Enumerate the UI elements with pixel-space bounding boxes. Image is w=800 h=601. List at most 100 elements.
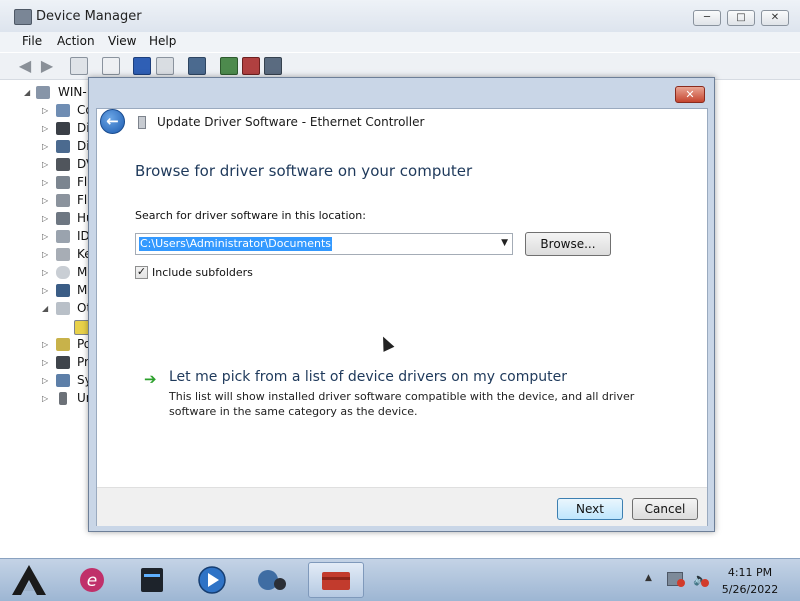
tree-item[interactable]: ▷DV	[0, 157, 92, 173]
menu-file[interactable]: File	[22, 34, 42, 48]
start-button-logo-icon[interactable]	[10, 563, 48, 597]
tree-item[interactable]: ▷ Pr	[0, 355, 92, 371]
pick-from-list-description: This list will show installed driver sof…	[169, 390, 635, 418]
collapse-icon[interactable]: ◢	[24, 88, 30, 97]
checkmark-icon: ✓	[136, 265, 147, 278]
title-bar: Device Manager ─ □ ✕	[0, 0, 800, 33]
menu-bar: File Action View Help	[0, 32, 800, 52]
cancel-button[interactable]: Cancel	[632, 498, 698, 520]
tree-root[interactable]: ◢ WIN-	[0, 85, 92, 101]
dialog-header: ← Update Driver Software - Ethernet Cont…	[97, 109, 707, 135]
help-icon[interactable]	[133, 57, 151, 75]
dialog-footer: Next Cancel	[97, 487, 707, 526]
keyboard-icon	[56, 248, 70, 261]
expand-icon[interactable]: ▷	[42, 196, 48, 205]
properties-icon[interactable]	[102, 57, 120, 75]
hid-icon	[56, 212, 70, 225]
green-arrow-icon[interactable]: ➔	[144, 370, 157, 388]
minimize-button[interactable]: ─	[693, 10, 721, 26]
uninstall-icon[interactable]	[242, 57, 260, 75]
menu-action[interactable]: Action	[57, 34, 95, 48]
media-player-icon	[198, 566, 226, 594]
tree-item[interactable]: ▷ Di	[0, 121, 92, 137]
dropdown-arrow-icon[interactable]: ▼	[501, 238, 508, 248]
expand-icon[interactable]: ▷	[42, 214, 48, 223]
dialog-body: ← Update Driver Software - Ethernet Cont…	[96, 108, 708, 526]
scan-hardware-icon[interactable]	[188, 57, 206, 75]
expand-icon[interactable]: ▷	[42, 340, 48, 349]
expand-icon[interactable]: ▷	[42, 268, 48, 277]
show-hide-console-tree-icon[interactable]	[70, 57, 88, 75]
tree-item[interactable]: ▷ Fl	[0, 175, 92, 191]
tree-item[interactable]: ▷ Mi	[0, 265, 92, 281]
maximize-button[interactable]: □	[727, 10, 755, 26]
taskbar-media-player[interactable]	[184, 562, 240, 598]
action-pane-icon[interactable]	[156, 57, 174, 75]
menu-help[interactable]: Help	[149, 34, 176, 48]
close-window-button[interactable]: ✕	[761, 10, 789, 26]
next-button[interactable]: Next	[557, 498, 623, 520]
floppy-controller-icon	[56, 176, 70, 189]
clock-date[interactable]: 5/26/2022	[720, 583, 780, 596]
tree-item[interactable]: ▷ Ur	[0, 391, 92, 407]
tree-item-ethernet-controller[interactable]	[0, 319, 92, 335]
expand-icon[interactable]: ▷	[42, 286, 48, 295]
tree-item[interactable]: ▷Co	[0, 103, 92, 119]
computer-icon	[56, 104, 70, 117]
floppy-drive-icon	[56, 194, 70, 207]
device-tree: ◢ WIN- ▷Co ▷Di ▷Di ▷DV ▷Fl ▷Fl ▷Hu ▷ID ▷…	[0, 80, 90, 550]
toolbox-icon	[322, 572, 350, 590]
expand-icon[interactable]: ▷	[42, 376, 48, 385]
toolbar: ◀ ▶	[0, 53, 800, 80]
disable-device-icon[interactable]	[264, 57, 282, 75]
device-manager-icon	[14, 9, 32, 25]
svg-text:e: e	[87, 571, 97, 591]
expand-icon[interactable]: ▷	[42, 250, 48, 259]
back-button[interactable]: ←	[100, 109, 125, 134]
tree-item[interactable]: ▷Mo	[0, 283, 92, 299]
system-devices-icon	[56, 374, 70, 387]
clock-time[interactable]: 4:11 PM	[725, 566, 775, 579]
include-subfolders-label[interactable]: Include subfolders	[152, 266, 253, 279]
taskbar-internet-explorer[interactable]: e	[64, 562, 120, 598]
forward-arrow-icon[interactable]: ▶	[38, 57, 56, 75]
expand-icon[interactable]: ▷	[42, 142, 48, 151]
other-devices-icon	[56, 302, 70, 315]
tree-item[interactable]: ▷Ke	[0, 247, 92, 263]
tree-item[interactable]: ▷Sy	[0, 373, 92, 389]
tree-item[interactable]: ◢ Ot	[0, 301, 92, 317]
tree-item[interactable]: ▷ Di	[0, 139, 92, 155]
tree-item[interactable]: ▷Hu	[0, 211, 92, 227]
taskbar-drive[interactable]	[124, 562, 180, 598]
expand-icon[interactable]: ▷	[42, 394, 48, 403]
collapse-icon[interactable]: ◢	[42, 304, 48, 313]
include-subfolders-checkbox[interactable]: ✓	[135, 265, 148, 279]
search-location-label: Search for driver software in this locat…	[135, 209, 366, 222]
back-arrow-icon[interactable]: ◀	[16, 57, 34, 75]
tree-item[interactable]: ▷ Fl	[0, 193, 92, 209]
tree-item[interactable]: ▷ ID	[0, 229, 92, 245]
dvd-drive-icon	[56, 158, 70, 171]
expand-icon[interactable]: ▷	[42, 358, 48, 367]
pick-from-list-link[interactable]: Let me pick from a list of device driver…	[169, 369, 567, 385]
update-driver-icon[interactable]	[220, 57, 238, 75]
update-driver-dialog: ✕ ← Update Driver Software - Ethernet Co…	[88, 77, 715, 532]
browse-button[interactable]: Browse...	[525, 232, 611, 256]
taskbar-device-manager[interactable]	[244, 562, 300, 598]
dialog-close-button[interactable]: ✕	[675, 86, 705, 103]
driver-path-combobox[interactable]: C:\Users\Administrator\Documents ▼	[135, 233, 513, 255]
driver-path-value[interactable]: C:\Users\Administrator\Documents	[139, 237, 333, 251]
menu-view[interactable]: View	[108, 34, 136, 48]
network-error-icon	[677, 579, 685, 587]
mouse-icon	[56, 266, 70, 279]
drive-icon	[141, 568, 163, 592]
expand-icon[interactable]: ▷	[42, 232, 48, 241]
tree-item[interactable]: ▷ Po	[0, 337, 92, 353]
expand-icon[interactable]: ▷	[42, 106, 48, 115]
expand-icon[interactable]: ▷	[42, 160, 48, 169]
processor-icon	[56, 356, 70, 369]
expand-icon[interactable]: ▷	[42, 124, 48, 133]
expand-icon[interactable]: ▷	[42, 178, 48, 187]
taskbar-toolbox[interactable]	[308, 562, 364, 598]
show-hidden-icons-icon[interactable]: ▲	[645, 573, 652, 583]
